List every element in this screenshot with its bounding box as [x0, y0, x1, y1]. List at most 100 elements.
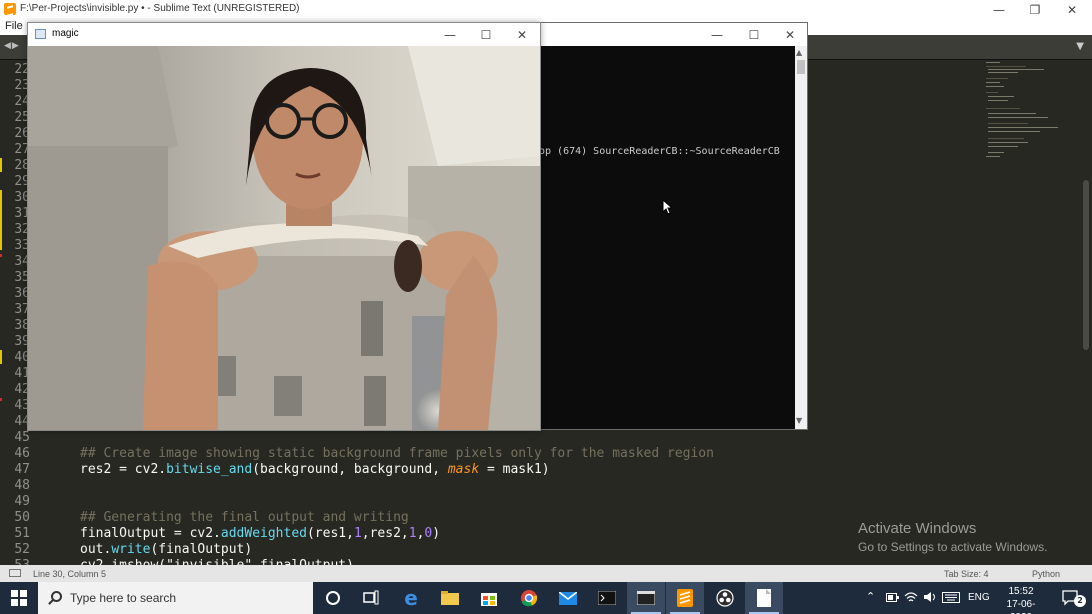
code-line-46: ## Create image showing static backgroun…: [80, 446, 714, 461]
console-window[interactable]: — ☐ ✕ op (674) SourceReaderCB::~SourceRe…: [540, 22, 808, 430]
editor-scroll-thumb[interactable]: [1083, 180, 1089, 350]
line-number: 41: [14, 366, 30, 381]
keyboard-icon[interactable]: [942, 592, 960, 603]
panel-toggle-icon[interactable]: [9, 569, 21, 577]
taskbar-store[interactable]: [470, 582, 508, 614]
console-scrollbar[interactable]: ▲ ▼: [795, 46, 807, 429]
scroll-down-icon[interactable]: ▼: [796, 416, 802, 425]
line-number: 49: [14, 494, 30, 509]
editor-vertical-scrollbar[interactable]: [1080, 60, 1092, 565]
webcam-scene-image: [28, 46, 540, 430]
sublime-minimize-button[interactable]: —: [981, 0, 1017, 19]
menu-file[interactable]: File: [5, 20, 23, 32]
folder-icon: [441, 591, 459, 605]
syntax-indicator[interactable]: Python: [1032, 569, 1060, 579]
start-button[interactable]: [0, 582, 38, 614]
line-number: 27: [14, 142, 30, 157]
language-indicator[interactable]: ENG: [968, 592, 990, 603]
line-number: 39: [14, 334, 30, 349]
line-number: 38: [14, 318, 30, 333]
minimap-line: [986, 66, 1026, 67]
edge-browser-icon: e: [404, 586, 418, 610]
window-app-icon: [35, 29, 46, 39]
line-number: 50: [14, 510, 30, 525]
line-number: 51: [14, 526, 30, 541]
taskbar-chrome[interactable]: [510, 582, 548, 614]
console-scroll-thumb[interactable]: [797, 60, 805, 74]
line-number: 26: [14, 126, 30, 141]
battery-icon[interactable]: [886, 593, 899, 602]
code-token-number: 1: [408, 526, 417, 541]
code-token: res2 = cv2.: [80, 462, 167, 477]
task-view-icon: [363, 590, 379, 605]
sublime-status-bar: Line 30, Column 5 Tab Size: 4 Python: [0, 565, 1092, 582]
taskbar-edge[interactable]: e: [392, 582, 430, 614]
sublime-app-icon: [4, 3, 16, 15]
line-number: 29: [14, 174, 30, 189]
minimap-line: [988, 152, 1004, 153]
console-title-bar[interactable]: — ☐ ✕: [541, 23, 807, 46]
taskbar-terminal[interactable]: [588, 582, 626, 614]
console-close-button[interactable]: ✕: [772, 25, 808, 44]
code-token: ): [432, 526, 441, 541]
taskbar-notepad[interactable]: [745, 582, 783, 614]
taskbar-file-explorer[interactable]: [431, 582, 469, 614]
minimap-line: [988, 146, 1018, 147]
taskbar-sublime-text[interactable]: [666, 582, 704, 614]
line-number: 37: [14, 302, 30, 317]
show-hidden-icons-icon[interactable]: ⌃: [866, 590, 875, 603]
document-icon: [757, 589, 771, 607]
minimap[interactable]: [980, 60, 1080, 170]
line-number: 36: [14, 286, 30, 301]
console-output[interactable]: op (674) SourceReaderCB::~SourceReaderCB: [541, 46, 795, 429]
terminal-icon: [598, 591, 616, 605]
magic-minimize-button[interactable]: —: [432, 25, 468, 44]
console-maximize-button[interactable]: ☐: [736, 25, 772, 44]
task-view-button[interactable]: [352, 582, 390, 614]
code-token: (finalOutput): [150, 542, 253, 557]
taskbar-mail[interactable]: [549, 582, 587, 614]
line-number: 33: [14, 238, 30, 253]
code-line-52: out.write(finalOutput): [80, 542, 252, 558]
tab-nav-arrows-icon[interactable]: ◀▶: [4, 41, 20, 51]
code-token-function: addWeighted: [220, 526, 307, 541]
taskbar-console-window[interactable]: [627, 582, 665, 614]
minimap-line: [988, 138, 1024, 139]
sublime-close-button[interactable]: ✕: [1054, 0, 1090, 19]
scroll-up-icon[interactable]: ▲: [796, 48, 802, 57]
activate-windows-watermark: Activate Windows Go to Settings to activ…: [858, 520, 1047, 554]
minimap-line: [986, 156, 1000, 157]
cursor-position: Line 30, Column 5: [33, 569, 107, 579]
cortana-button[interactable]: [314, 582, 352, 614]
volume-icon[interactable]: [923, 591, 937, 603]
taskbar-obs[interactable]: [706, 582, 744, 614]
console-minimize-button[interactable]: —: [699, 25, 735, 44]
code-line-53: cv2.imshow("invisible",finalOutput): [80, 558, 354, 565]
system-clock[interactable]: 15:52 17-06-2020: [996, 585, 1046, 614]
minimap-line: [986, 108, 1020, 109]
taskbar-search-box[interactable]: Type here to search: [38, 582, 313, 614]
action-center-button[interactable]: 2: [1052, 582, 1090, 614]
magic-maximize-button[interactable]: ☐: [468, 25, 504, 44]
line-number: 31: [14, 206, 30, 221]
line-number: 46: [14, 446, 30, 461]
magic-window[interactable]: magic — ☐ ✕: [27, 22, 541, 431]
tab-dropdown-icon[interactable]: ▼: [1076, 41, 1084, 52]
wifi-icon[interactable]: [904, 591, 918, 603]
code-token: (background, background,: [252, 462, 448, 477]
magic-title-bar[interactable]: magic — ☐ ✕: [28, 23, 540, 46]
desktop: F:\Per-Projects\invisible.py • - Sublime…: [0, 0, 1092, 614]
magic-close-button[interactable]: ✕: [504, 25, 540, 44]
code-token: out.: [80, 542, 112, 557]
mail-icon: [559, 591, 577, 605]
magic-window-title: magic: [52, 28, 79, 39]
code-token-function: write: [111, 542, 151, 557]
line-number: 34: [14, 254, 30, 269]
tab-size-indicator[interactable]: Tab Size: 4: [944, 569, 989, 579]
sublime-title-bar[interactable]: F:\Per-Projects\invisible.py • - Sublime…: [0, 0, 1092, 19]
code-token-function: bitwise_and: [166, 462, 253, 477]
minimap-line: [988, 100, 1008, 101]
code-line-47: res2 = cv2.bitwise_and(background, backg…: [80, 462, 550, 478]
sublime-restore-button[interactable]: ❐: [1017, 0, 1053, 19]
line-number: 42: [14, 382, 30, 397]
